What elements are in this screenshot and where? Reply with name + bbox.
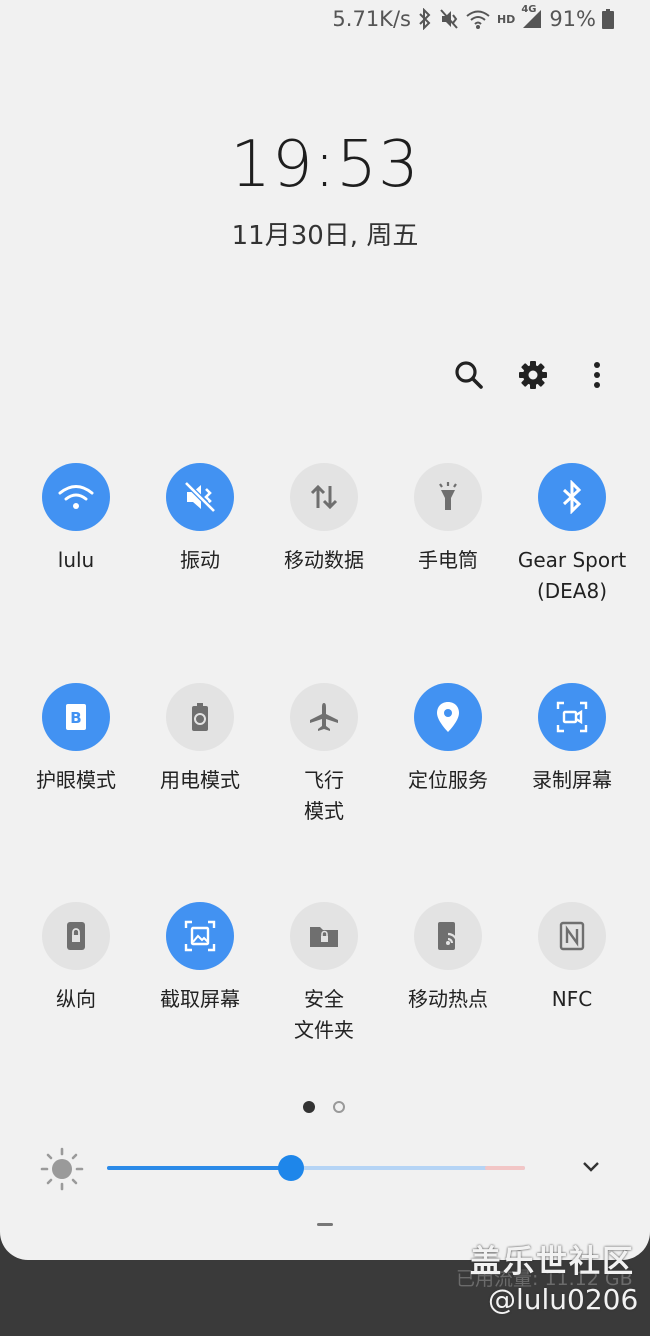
- quick-panel: 5.71K/s HD 4G 91% 19:53 11月30日, 周五 lulu …: [0, 0, 650, 1260]
- tile-label: 录制屏幕: [532, 768, 612, 792]
- tile-airplane[interactable]: 飞行 模式: [259, 683, 389, 827]
- tile-label: 移动数据: [284, 548, 364, 572]
- portrait-lock-icon[interactable]: [42, 902, 110, 970]
- 4g-signal-icon: 4G: [521, 4, 543, 30]
- tile-vibrate[interactable]: 振动: [135, 463, 265, 576]
- tile-eye-comfort[interactable]: B 护眼模式: [11, 683, 141, 796]
- tile-label: 护眼模式: [36, 768, 116, 792]
- tile-label: 用电模式: [160, 768, 240, 792]
- tile-label: 振动: [180, 548, 220, 572]
- tile-secure-folder[interactable]: 安全 文件夹: [259, 902, 389, 1046]
- brightness-control: [40, 1145, 620, 1191]
- hotspot-icon[interactable]: [414, 902, 482, 970]
- slider-high-range: [485, 1166, 525, 1170]
- tile-screenshot[interactable]: 截取屏幕: [135, 902, 265, 1015]
- tile-label: 定位服务: [408, 768, 488, 792]
- watermark-title: 盖乐世社区: [470, 1244, 635, 1280]
- svg-text:B: B: [70, 709, 81, 727]
- secure-folder-icon[interactable]: [290, 902, 358, 970]
- tile-power-mode[interactable]: 用电模式: [135, 683, 265, 796]
- search-icon[interactable]: [452, 358, 486, 392]
- sun-icon: [40, 1147, 84, 1195]
- tile-label: lulu: [57, 548, 95, 572]
- tile-nfc[interactable]: NFC: [507, 902, 637, 1015]
- network-speed: 5.71K/s: [332, 7, 411, 31]
- flashlight-icon[interactable]: [414, 463, 482, 531]
- wifi-icon[interactable]: [42, 463, 110, 531]
- tile-orientation[interactable]: 纵向: [11, 902, 141, 1015]
- tile-bluetooth[interactable]: Gear Sport (DEA8): [507, 463, 637, 607]
- brightness-slider[interactable]: [107, 1155, 525, 1181]
- page-dot-1[interactable]: [303, 1101, 315, 1113]
- drag-handle[interactable]: [317, 1223, 333, 1226]
- page-dot-2[interactable]: [333, 1101, 345, 1113]
- power-mode-icon[interactable]: [166, 683, 234, 751]
- tile-label: 安全 文件夹: [294, 987, 354, 1042]
- nfc-icon[interactable]: [538, 902, 606, 970]
- screen-record-icon[interactable]: [538, 683, 606, 751]
- slider-fill: [107, 1166, 291, 1170]
- status-bar: 5.71K/s HD 4G 91%: [332, 4, 614, 32]
- blue-light-filter-icon[interactable]: B: [42, 683, 110, 751]
- tile-label: 移动热点: [408, 987, 488, 1011]
- tile-screen-record[interactable]: 录制屏幕: [507, 683, 637, 796]
- tile-location[interactable]: 定位服务: [383, 683, 513, 796]
- tile-label: Gear Sport (DEA8): [517, 548, 627, 603]
- panel-actions: [452, 358, 614, 392]
- vibrate-icon: [439, 8, 459, 30]
- tile-label: NFC: [551, 987, 593, 1011]
- watermark-user: @lulu0206: [488, 1283, 639, 1316]
- bluetooth-icon: [417, 8, 433, 30]
- battery-icon: [602, 9, 614, 29]
- tile-label: 飞行 模式: [304, 768, 344, 823]
- wifi-icon: [465, 8, 491, 30]
- hd-icon: HD: [496, 12, 516, 26]
- tile-hotspot[interactable]: 移动热点: [383, 902, 513, 1015]
- bluetooth-icon[interactable]: [538, 463, 606, 531]
- slider-thumb[interactable]: [277, 1155, 304, 1181]
- location-icon[interactable]: [414, 683, 482, 751]
- tile-mobile-data[interactable]: 移动数据: [259, 463, 389, 576]
- tile-label: 截取屏幕: [160, 987, 240, 1011]
- battery-percent: 91%: [549, 7, 596, 31]
- more-vert-icon[interactable]: [580, 358, 614, 392]
- vibrate-icon[interactable]: [166, 463, 234, 531]
- tile-flashlight[interactable]: 手电筒: [383, 463, 513, 576]
- screenshot-icon[interactable]: [166, 902, 234, 970]
- clock-date[interactable]: 11月30日, 周五: [0, 215, 650, 252]
- mobile-data-icon[interactable]: [290, 463, 358, 531]
- chevron-down-icon[interactable]: [580, 1155, 602, 1181]
- airplane-icon[interactable]: [290, 683, 358, 751]
- page-indicator: [303, 1101, 345, 1113]
- gear-icon[interactable]: [516, 358, 550, 392]
- tile-label: 纵向: [56, 987, 96, 1011]
- clock-time[interactable]: 19:53: [0, 128, 650, 202]
- tile-label: 手电筒: [418, 548, 478, 572]
- tile-wifi[interactable]: lulu: [11, 463, 141, 576]
